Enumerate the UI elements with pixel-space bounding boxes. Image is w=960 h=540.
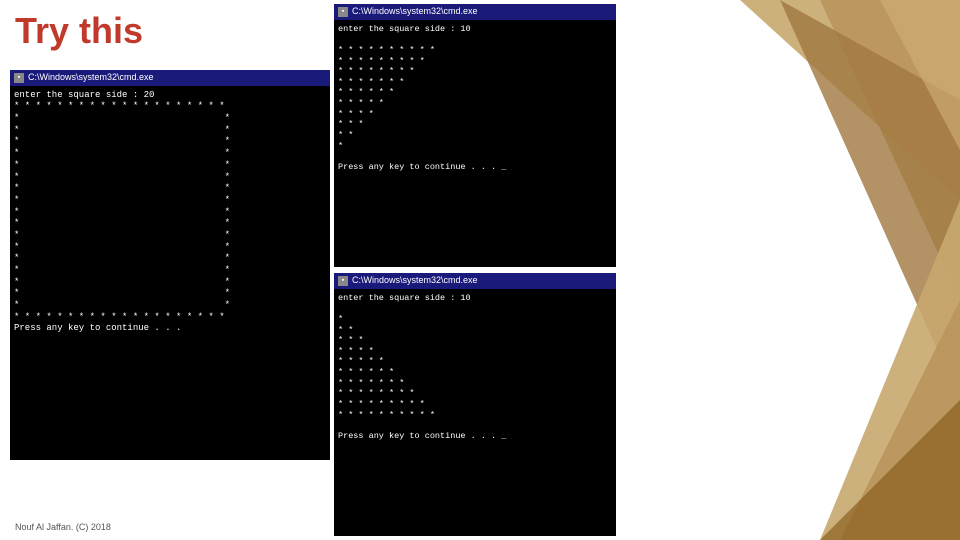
cmd-icon-top-right: ▪ (338, 7, 348, 17)
cmd-icon-bottom-right: ▪ (338, 276, 348, 286)
terminal-left: ▪ C:\Windows\system32\cmd.exe enter the … (10, 70, 330, 460)
footer: Nouf Al Jaffan. (C) 2018 (15, 522, 111, 532)
terminal-top-right-titlebar: ▪ C:\Windows\system32\cmd.exe (334, 4, 616, 20)
terminal-bottom-right-body: enter the square side : 10 * * * * * * *… (334, 289, 616, 446)
terminal-bottom-right-titlebar: ▪ C:\Windows\system32\cmd.exe (334, 273, 616, 289)
terminal-left-titlebar: ▪ C:\Windows\system32\cmd.exe (10, 70, 330, 86)
terminal-top-right: ▪ C:\Windows\system32\cmd.exe enter the … (334, 4, 616, 267)
cmd-icon-left: ▪ (14, 73, 24, 83)
terminal-bottom-right: ▪ C:\Windows\system32\cmd.exe enter the … (334, 273, 616, 536)
terminal-left-body: enter the square side : 20 * * * * * * *… (10, 86, 330, 339)
terminal-top-right-title: C:\Windows\system32\cmd.exe (352, 6, 478, 18)
terminal-bottom-right-title: C:\Windows\system32\cmd.exe (352, 275, 478, 287)
background-decoration (620, 0, 960, 540)
right-terminals-container: ▪ C:\Windows\system32\cmd.exe enter the … (330, 0, 620, 540)
terminal-left-title: C:\Windows\system32\cmd.exe (28, 72, 154, 84)
terminal-top-right-body: enter the square side : 10 * * * * * * *… (334, 20, 616, 177)
